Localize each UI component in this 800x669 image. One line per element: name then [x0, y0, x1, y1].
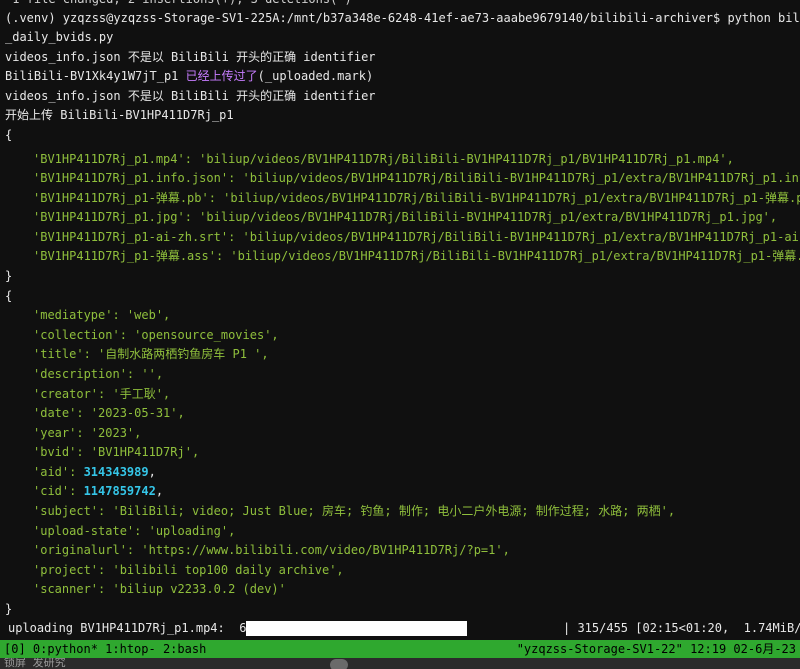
file-entry: 'BV1HP411D7Rj_p1-弹幕.pb': 'biliup/videos/… — [33, 191, 800, 205]
metadata-entry: 'date': '2023-05-31', — [33, 406, 185, 420]
cid-value: 1147859742 — [83, 484, 156, 498]
metadata-entry: 'bvid': 'BV1HP411D7Rj', — [33, 445, 200, 459]
metadata-entry: 'scanner': 'biliup v2233.0.2 (dev)' — [33, 582, 286, 596]
metadata-entry: 'originalurl': 'https://www.bilibili.com… — [33, 543, 510, 557]
tmux-status-bar: [0] 0:python* 1:htop- 2:bash "yzqzss-Sto… — [0, 640, 800, 658]
comma: , — [155, 484, 164, 498]
progress-fill — [246, 621, 467, 636]
already-uploaded-text: 已经上传过了 — [185, 69, 258, 83]
output-message: videos_info.json 不是以 BiliBili 开头的正确 iden… — [5, 50, 376, 64]
progress-stats: | 315/455 [02:15<01:20, 1.74MiB/s] — [561, 619, 800, 638]
tmux-host-clock: "yzqzss-Storage-SV1-22" 12:19 02-6月-23 — [516, 642, 796, 656]
file-entry: 'BV1HP411D7Rj_p1.jpg': 'biliup/videos/BV… — [33, 210, 778, 224]
shell-prompt-line: (.venv) yzqzss@yzqzss-Storage-SV1-225A:/… — [5, 11, 800, 25]
file-entry: 'BV1HP411D7Rj_p1-ai-zh.srt': 'biliup/vid… — [33, 230, 800, 244]
output-message: BiliBili-BV1Xk4y1W7jT_p1 已经上传过了(_uploade… — [5, 67, 373, 86]
dict-brace: { — [5, 128, 13, 142]
file-entry: 'BV1HP411D7Rj_p1.mp4': 'biliup/videos/BV… — [33, 152, 734, 166]
file-entry: 'BV1HP411D7Rj_p1.info.json': 'biliup/vid… — [33, 171, 800, 185]
metadata-entry: 'year': '2023', — [33, 426, 142, 440]
metadata-entry: 'description': '', — [33, 367, 164, 381]
identifier-text: BiliBili-BV1Xk4y1W7jT_p1 — [5, 69, 186, 83]
metadata-entry: 'project': 'bilibili top100 daily archiv… — [33, 563, 344, 577]
upload-progress: uploading BV1HP411D7Rj_p1.mp4: 69%| | 31… — [0, 619, 800, 638]
metadata-entry: 'cid': 1147859742, — [5, 482, 163, 501]
uploaded-mark-text: (_uploaded.mark) — [257, 69, 374, 83]
progress-label: uploading BV1HP411D7Rj_p1.mp4: 69%| — [8, 621, 269, 635]
cid-key: 'cid': — [33, 484, 84, 498]
metadata-entry: 'mediatype': 'web', — [33, 308, 171, 322]
tmux-window-list[interactable]: [0] 0:python* 1:htop- 2:bash — [4, 640, 206, 658]
output-message: videos_info.json 不是以 BiliBili 开头的正确 iden… — [5, 89, 376, 103]
taskbar-text: 锁屏 发研究 — [4, 658, 66, 669]
metadata-entry: 'upload-state': 'uploading', — [33, 524, 236, 538]
output-message: 开始上传 BiliBili-BV1HP411D7Rj_p1 — [5, 108, 234, 122]
terminal-window[interactable]: 1 file changed, 2 insertions(+), 3 delet… — [0, 0, 800, 640]
file-entry: 'BV1HP411D7Rj_p1-弹幕.ass': 'biliup/videos… — [33, 249, 800, 263]
metadata-entry: 'aid': 314343989, — [5, 463, 156, 482]
dict-brace: { — [5, 289, 13, 303]
taskbar-app-icon[interactable] — [330, 659, 348, 669]
metadata-entry: 'creator': '手工耿', — [33, 387, 171, 401]
aid-value: 314343989 — [83, 465, 149, 479]
metadata-entry: 'subject': 'BiliBili; video; Just Blue; … — [33, 504, 676, 518]
comma: , — [148, 465, 156, 479]
shell-prompt-continuation: _daily_bvids.py — [5, 30, 114, 44]
metadata-entry: 'title': '自制水路两栖钓鱼房车 P1 ', — [33, 347, 269, 361]
dict-brace: } — [5, 602, 13, 616]
desktop-taskbar: 锁屏 发研究 — [0, 658, 800, 669]
git-summary-line: 1 file changed, 2 insertions(+), 3 delet… — [5, 0, 352, 9]
dict-brace: } — [5, 269, 13, 283]
aid-key: 'aid': — [33, 465, 84, 479]
metadata-entry: 'collection': 'opensource_movies', — [33, 328, 279, 342]
